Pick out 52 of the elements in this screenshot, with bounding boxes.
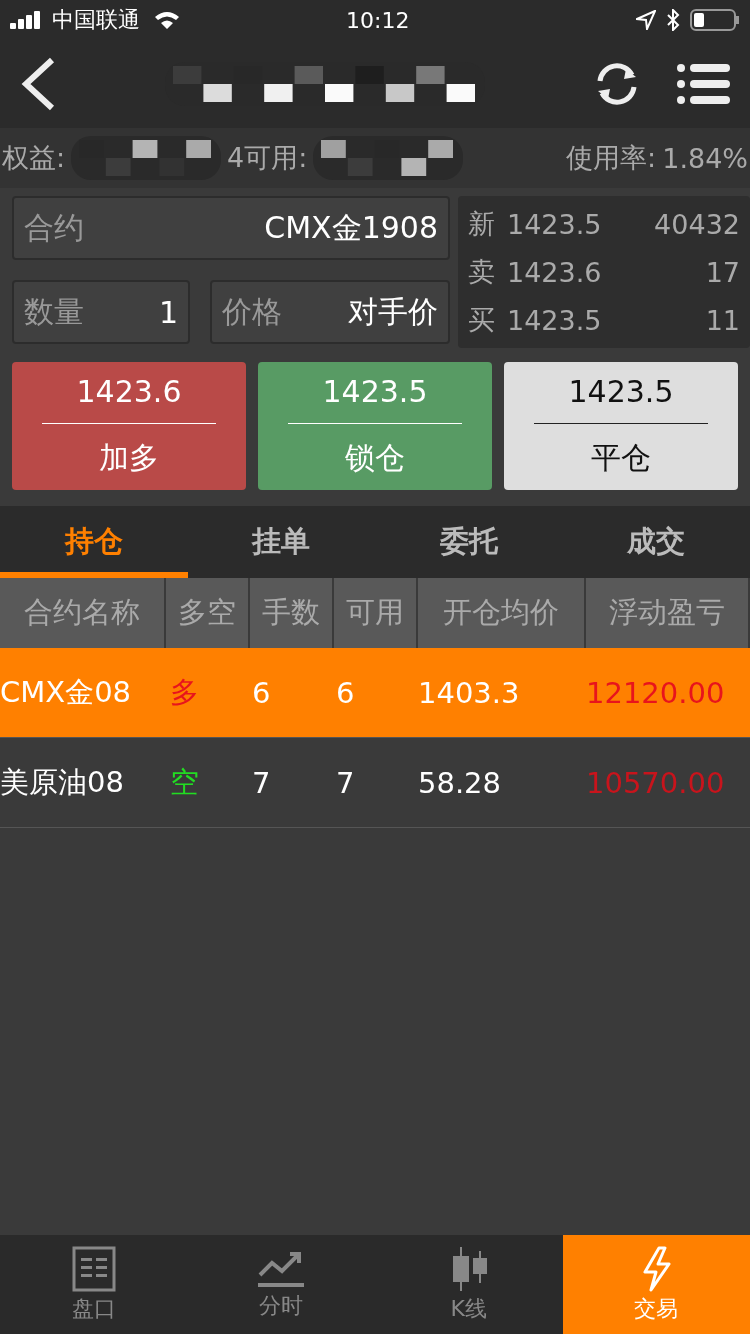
column-header: 浮动盈亏: [586, 578, 750, 648]
list-sheet-icon: [71, 1245, 116, 1292]
quote-volume: 40432: [654, 208, 740, 240]
clock-time: 10:12: [346, 7, 410, 33]
quote-price: 1423.5: [507, 304, 602, 336]
usage-value: 1.84%: [662, 142, 748, 174]
battery-icon: [690, 9, 740, 31]
quote-volume: 11: [705, 304, 740, 336]
table-cell-text: 12120.00: [586, 675, 726, 710]
location-arrow-icon: [636, 10, 656, 30]
back-chevron-icon[interactable]: [20, 57, 56, 111]
table-cell-text: 6: [335, 675, 356, 710]
quote-price: 1423.6: [507, 256, 602, 288]
quote-label: 买: [468, 303, 495, 337]
equity-label: 权益:: [2, 141, 66, 175]
table-cell-text: 多: [169, 673, 200, 711]
table-cell-text: 58.28: [418, 765, 503, 800]
column-header: 多空: [166, 578, 250, 648]
trade-button[interactable]: 1423.5 平仓: [504, 362, 738, 490]
carrier-name: 中国联通: [52, 6, 140, 34]
table-cell-text: 美原油08: [0, 763, 125, 801]
table-cell-text: 1403.3: [418, 675, 521, 710]
column-header: 可用: [334, 578, 418, 648]
tab[interactable]: 挂单: [187, 506, 375, 578]
bottom-tab[interactable]: 分时: [187, 1235, 375, 1334]
usage-label: 使用率:: [566, 141, 657, 175]
trade-button[interactable]: 1423.6 加多: [12, 362, 246, 490]
contract-field[interactable]: 合约 CMX金1908: [12, 196, 450, 260]
price-field[interactable]: 价格 对手价: [210, 280, 450, 344]
quote-label: 卖: [468, 255, 495, 289]
column-header: 手数: [250, 578, 334, 648]
quote-price: 1423.5: [507, 208, 602, 240]
column-header: 开仓均价: [418, 578, 586, 648]
bluetooth-icon: [666, 9, 680, 31]
table-cell-text: 6: [251, 675, 272, 710]
bottom-tab[interactable]: 盘口: [0, 1235, 188, 1334]
tab[interactable]: 委托: [375, 506, 563, 578]
bottom-tab[interactable]: K线: [375, 1235, 563, 1334]
menu-icon[interactable]: [676, 63, 730, 105]
wifi-icon: [154, 10, 180, 30]
table-cell-text: 7: [251, 765, 272, 800]
table-cell-text: 10570.00: [586, 765, 726, 800]
quote-label: 新: [468, 207, 495, 241]
table-cell-text: 7: [335, 765, 356, 800]
table-cell-text: 空: [169, 763, 200, 801]
tab[interactable]: 成交: [562, 506, 750, 578]
position-row[interactable]: 美原油08 空 7 7 58.28 10570.00: [0, 738, 750, 828]
quote-volume: 17: [705, 256, 740, 288]
quantity-field[interactable]: 数量 1: [12, 280, 190, 344]
table-cell-text: CMX金08: [0, 673, 133, 711]
available-label: 4可用:: [227, 141, 308, 175]
column-header: 合约名称: [0, 578, 166, 648]
